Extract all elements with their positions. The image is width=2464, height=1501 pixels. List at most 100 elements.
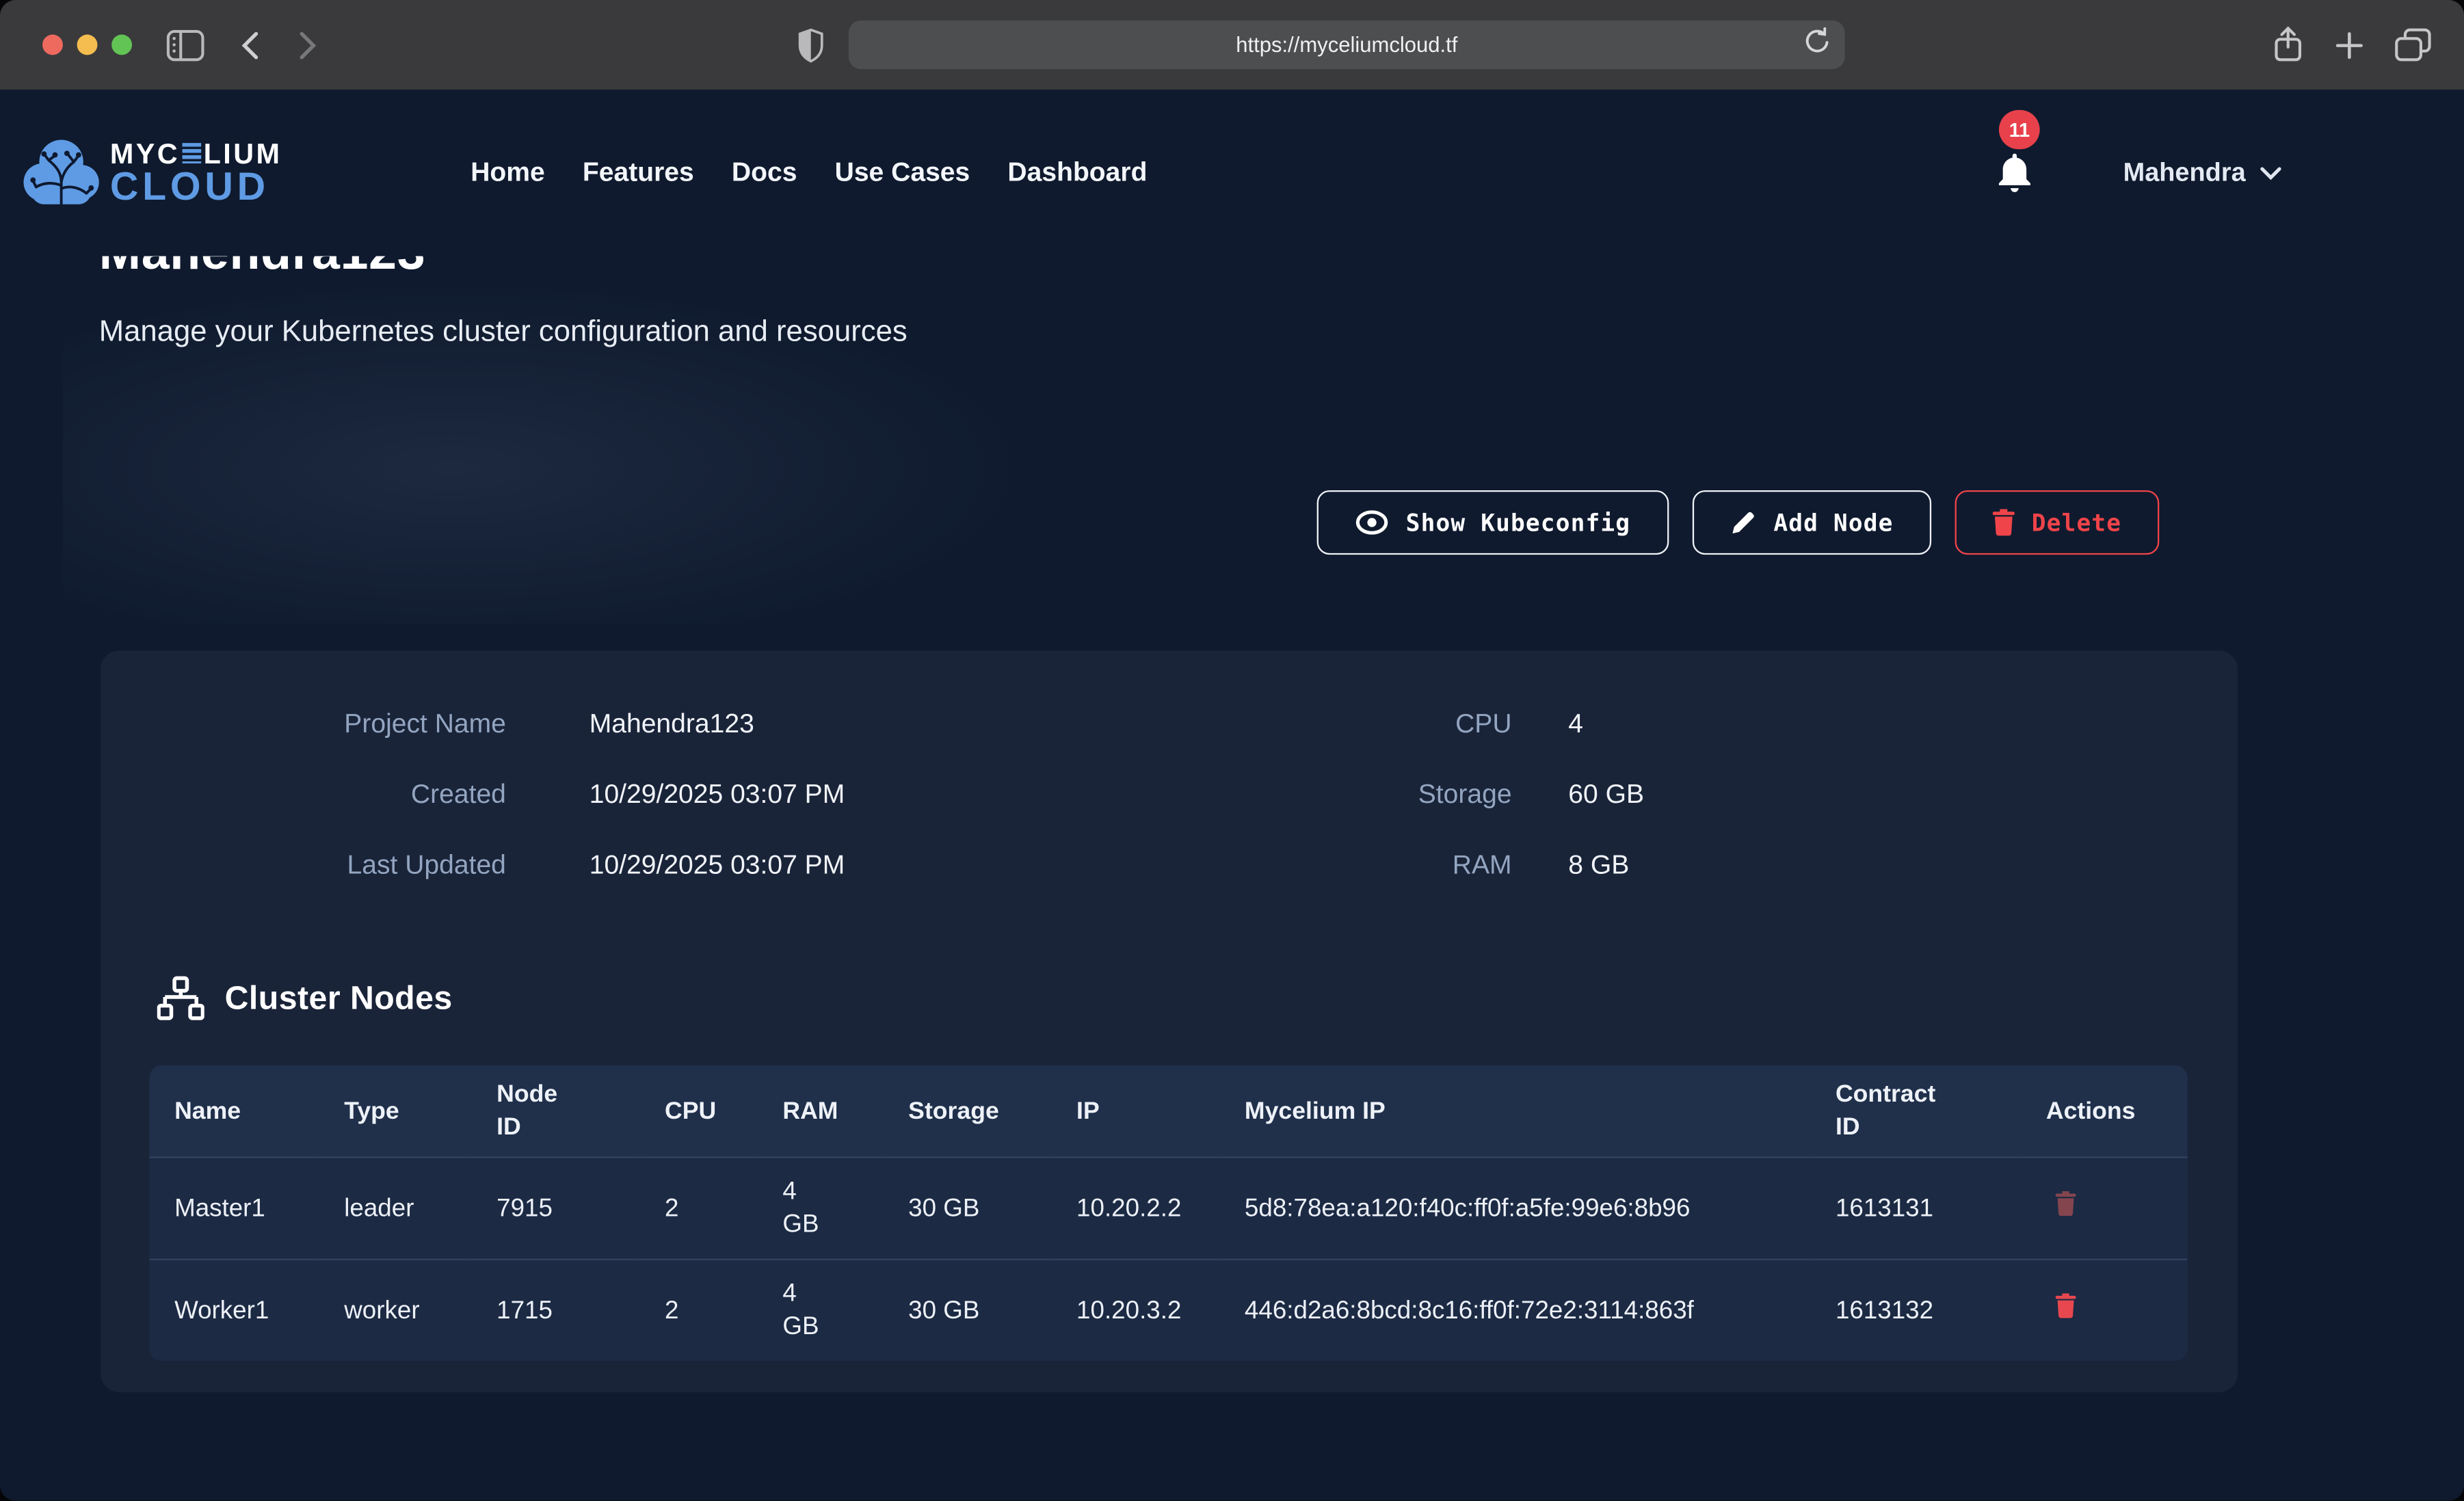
nav-item-features[interactable]: Features [583,157,694,189]
pencil-icon [1730,509,1756,536]
cell-name: Master1 [149,1157,319,1259]
window-controls [42,35,132,55]
main-nav: Home Features Docs Use Cases Dashboard [471,157,1147,189]
info-label: Project Name [101,707,506,742]
bell-icon [1991,149,2039,196]
trash-icon [1992,509,2014,536]
nodes-table: Name Type Node ID CPU RAM Storage IP Myc… [149,1065,2187,1361]
col-mycelium-ip: Mycelium IP [1219,1065,1810,1157]
page-content: Mahendra123 [0,90,2464,1501]
add-node-label: Add Node [1773,508,1893,536]
logo-text: MYC LIUM CLOUD [110,139,282,207]
cell-name: Worker1 [149,1260,319,1361]
user-menu[interactable]: Mahendra [2123,158,2282,188]
cluster-nodes-title: Cluster Nodes [225,980,453,1018]
cell-cpu: 2 [639,1157,757,1259]
delete-cluster-button[interactable]: Delete [1955,490,2159,555]
info-value: 10/29/2025 03:07 PM [589,849,1169,884]
cell-ram: 4 GB [758,1157,884,1259]
col-node-id: Node ID [471,1065,639,1157]
cell-storage: 30 GB [883,1157,1051,1259]
cell-mycelium-ip: 5d8:78ea:a120:f40c:ff0f:a5fe:99e6:8b96 [1219,1157,1810,1259]
cell-ip: 10.20.2.2 [1051,1157,1219,1259]
col-actions: Actions [2021,1065,2188,1157]
table-row: Master1 leader 7915 2 4 GB 30 GB 10.20.2… [149,1157,2187,1259]
cell-ip: 10.20.3.2 [1051,1260,1219,1361]
cell-contract-id: 1613131 [1810,1157,2021,1259]
info-row: RAM 8 GB [1169,849,2238,884]
site-header: MYC LIUM CLOUD Home Features Docs Use Cas… [0,90,2464,256]
info-label: Last Updated [101,849,506,884]
info-label: Storage [1169,778,1512,812]
browser-toolbar: https://myceliumcloud.tf [0,0,2464,90]
new-tab-icon[interactable] [2335,0,2363,90]
col-ip: IP [1051,1065,1219,1157]
tab-overview-icon[interactable] [2395,0,2431,90]
info-value: 4 [1568,707,2238,742]
info-value: 60 GB [1568,778,2238,812]
project-info: Project Name Mahendra123 Created 10/29/2… [101,650,2238,883]
info-value: 10/29/2025 03:07 PM [589,778,1169,812]
show-kubeconfig-label: Show Kubeconfig [1406,508,1631,536]
info-value: Mahendra123 [589,707,1169,742]
col-ram: RAM [758,1065,884,1157]
table-row: Worker1 worker 1715 2 4 GB 30 GB 10.20.3… [149,1260,2187,1361]
eye-icon [1354,509,1389,536]
table-header-row: Name Type Node ID CPU RAM Storage IP Myc… [149,1065,2187,1157]
info-row: CPU 4 [1169,707,2238,742]
info-row: Project Name Mahendra123 [101,707,1169,742]
info-label: CPU [1169,707,1512,742]
privacy-shield-icon[interactable] [797,0,825,90]
logo-prefix: MYC [110,139,180,167]
show-kubeconfig-button[interactable]: Show Kubeconfig [1316,490,1669,555]
cell-storage: 30 GB [883,1260,1051,1361]
logo-cloud-icon [22,135,101,211]
reload-icon[interactable] [1804,27,1831,57]
back-button-icon[interactable] [241,0,260,90]
project-info-right: CPU 4 Storage 60 GB RAM 8 GB [1169,707,2238,883]
notification-badge: 11 [1999,110,2040,149]
col-type: Type [319,1065,471,1157]
nav-item-home[interactable]: Home [471,157,545,189]
cell-ram: 4 GB [758,1260,884,1361]
project-info-left: Project Name Mahendra123 Created 10/29/2… [101,707,1169,883]
info-value: 8 GB [1568,849,2238,884]
info-row: Created 10/29/2025 03:07 PM [101,778,1169,812]
cell-contract-id: 1613132 [1810,1260,2021,1361]
network-nodes-icon [157,976,204,1022]
col-name: Name [149,1065,319,1157]
logo-e-bars-icon [183,143,202,163]
sidebar-toggle-icon[interactable] [167,0,204,90]
cell-mycelium-ip: 446:d2a6:8bcd:8c16:ff0f:72e2:3114:863f [1219,1260,1810,1361]
cell-node-id: 1715 [471,1260,639,1361]
cluster-nodes-heading: Cluster Nodes [157,976,2238,1022]
nav-item-docs[interactable]: Docs [732,157,797,189]
address-bar[interactable]: https://myceliumcloud.tf [849,21,1845,69]
delete-node-button[interactable] [2056,1293,2076,1318]
user-name: Mahendra [2123,158,2246,188]
page-subtitle: Manage your Kubernetes cluster configura… [99,315,2464,352]
minimize-window-button[interactable] [77,35,98,55]
info-row: Last Updated 10/29/2025 03:07 PM [101,849,1169,884]
close-window-button[interactable] [42,35,63,55]
delete-node-button[interactable] [2056,1191,2076,1217]
forward-button-icon[interactable] [299,0,318,90]
zoom-window-button[interactable] [111,35,132,55]
info-row: Storage 60 GB [1169,778,2238,812]
url-text: https://myceliumcloud.tf [1236,33,1457,56]
logo-suffix: LIUM [204,139,282,167]
add-node-button[interactable]: Add Node [1692,490,1931,555]
nav-item-use-cases[interactable]: Use Cases [835,157,970,189]
cell-actions [2021,1260,2188,1361]
cell-actions [2021,1157,2188,1259]
header-right: 11 Mahendra [1991,149,2282,196]
cell-type: worker [319,1260,471,1361]
nav-item-dashboard[interactable]: Dashboard [1007,157,1147,189]
col-cpu: CPU [639,1065,757,1157]
logo[interactable]: MYC LIUM CLOUD [22,135,282,211]
share-icon[interactable] [2273,0,2304,90]
notifications-button[interactable]: 11 [1991,149,2039,196]
logo-line2: CLOUD [110,164,269,208]
col-storage: Storage [883,1065,1051,1157]
cluster-card: Project Name Mahendra123 Created 10/29/2… [101,650,2238,1392]
